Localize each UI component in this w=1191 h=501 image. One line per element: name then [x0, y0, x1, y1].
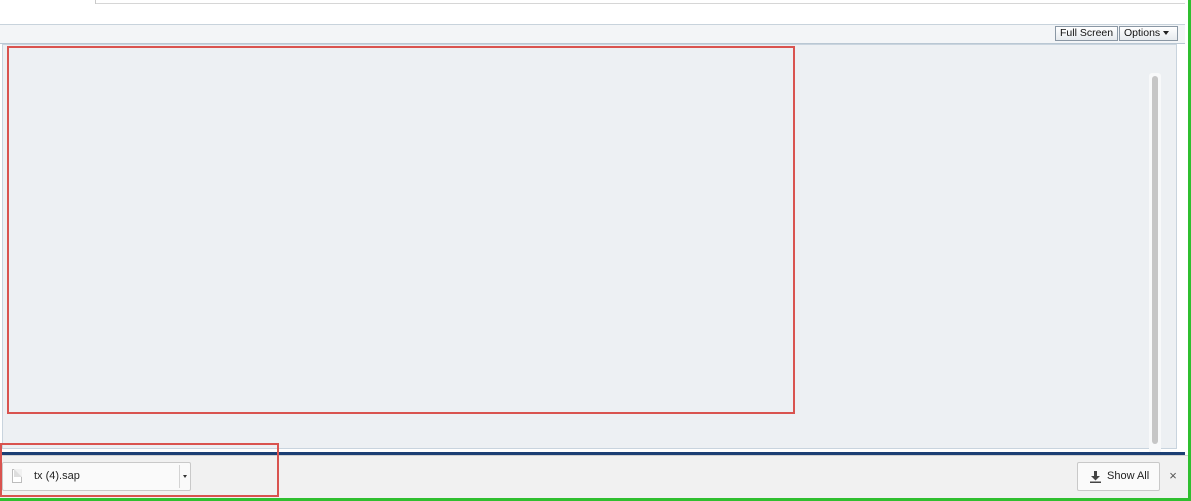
show-all-label: Show All — [1107, 470, 1150, 482]
download-item-menu-button[interactable] — [180, 463, 190, 490]
download-file-name: tx (4).sap — [34, 470, 80, 482]
tab-strip — [0, 0, 1185, 25]
content-viewer[interactable] — [2, 44, 1177, 463]
viewer-page: Full Screen Options — [0, 25, 1185, 463]
vertical-scrollbar[interactable] — [1149, 73, 1161, 463]
close-download-shelf-button[interactable]: × — [1166, 467, 1180, 484]
full-screen-button[interactable]: Full Screen — [1055, 26, 1118, 41]
download-icon — [1090, 471, 1101, 483]
file-icon — [12, 469, 22, 483]
options-label: Options — [1124, 27, 1161, 39]
show-all-button[interactable]: Show All — [1077, 462, 1160, 491]
tab-baseline — [96, 3, 1185, 4]
download-item[interactable]: tx (4).sap — [2, 462, 191, 491]
scrollbar-thumb[interactable] — [1152, 76, 1158, 444]
options-button[interactable]: Options — [1119, 26, 1178, 41]
download-shelf: tx (4).sap Show All × — [0, 455, 1188, 499]
chevron-down-icon — [183, 475, 187, 478]
chevron-down-icon — [1163, 31, 1170, 36]
viewer-toolbar: Full Screen Options — [0, 25, 1185, 44]
